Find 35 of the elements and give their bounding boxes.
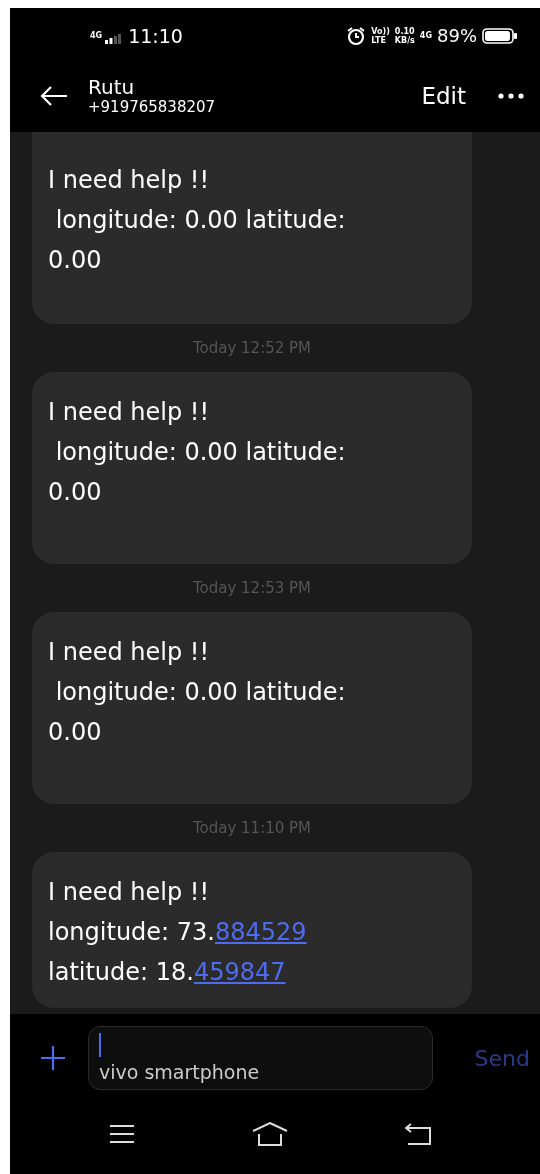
network-type: 4G bbox=[419, 31, 432, 40]
message-input-field[interactable]: vivo smartphone bbox=[88, 1026, 433, 1090]
contact-name: Rutu bbox=[88, 75, 136, 98]
timestamp: Today 12:53 PM bbox=[191, 578, 313, 599]
more-button[interactable] bbox=[498, 92, 524, 99]
status-time: 11:10 bbox=[128, 24, 183, 47]
network-type: 4G bbox=[90, 31, 103, 40]
signature-text: vivo smartphone bbox=[99, 1061, 261, 1083]
menu-icon[interactable] bbox=[108, 1124, 135, 1144]
contact-number: +919765838207 bbox=[88, 97, 217, 116]
speed-unit: KB/s bbox=[394, 35, 415, 45]
back-arrow-icon bbox=[40, 84, 68, 107]
lte-label: LTE bbox=[371, 35, 387, 45]
volte-label: Vo)) bbox=[371, 26, 390, 36]
battery-percent: 89% bbox=[437, 25, 477, 46]
link[interactable]: 459847 bbox=[193, 958, 286, 986]
message-text: I need help !! longitude: 0.00 latitude: 0.00 bbox=[48, 637, 347, 748]
alarm-icon bbox=[346, 25, 367, 46]
link[interactable]: 884529 bbox=[214, 918, 307, 946]
edit-button[interactable]: Edit bbox=[421, 82, 466, 109]
send-button[interactable]: Send bbox=[474, 1045, 530, 1071]
signal-icon bbox=[105, 33, 122, 44]
add-button[interactable] bbox=[40, 1045, 66, 1071]
speed-value: 0.10 bbox=[394, 26, 415, 36]
home-icon[interactable] bbox=[252, 1122, 288, 1146]
message-text: I need help !! longitude: 0.00 latitude: 0.00 bbox=[48, 165, 347, 276]
more-icon bbox=[498, 92, 524, 99]
message-text: I need help !! longitude: 0.00 latitude: 0.00 bbox=[48, 397, 347, 508]
timestamp: Today 12:52 PM bbox=[191, 338, 313, 359]
back-icon[interactable] bbox=[405, 1123, 432, 1145]
message-text: I need help !! longitude: 73.884529 latitude: 18.459847 bbox=[48, 877, 308, 988]
timestamp: Today 11:10 PM bbox=[191, 818, 313, 839]
plus-icon bbox=[40, 1045, 66, 1071]
back-button[interactable] bbox=[40, 84, 68, 107]
battery-icon bbox=[482, 27, 518, 44]
